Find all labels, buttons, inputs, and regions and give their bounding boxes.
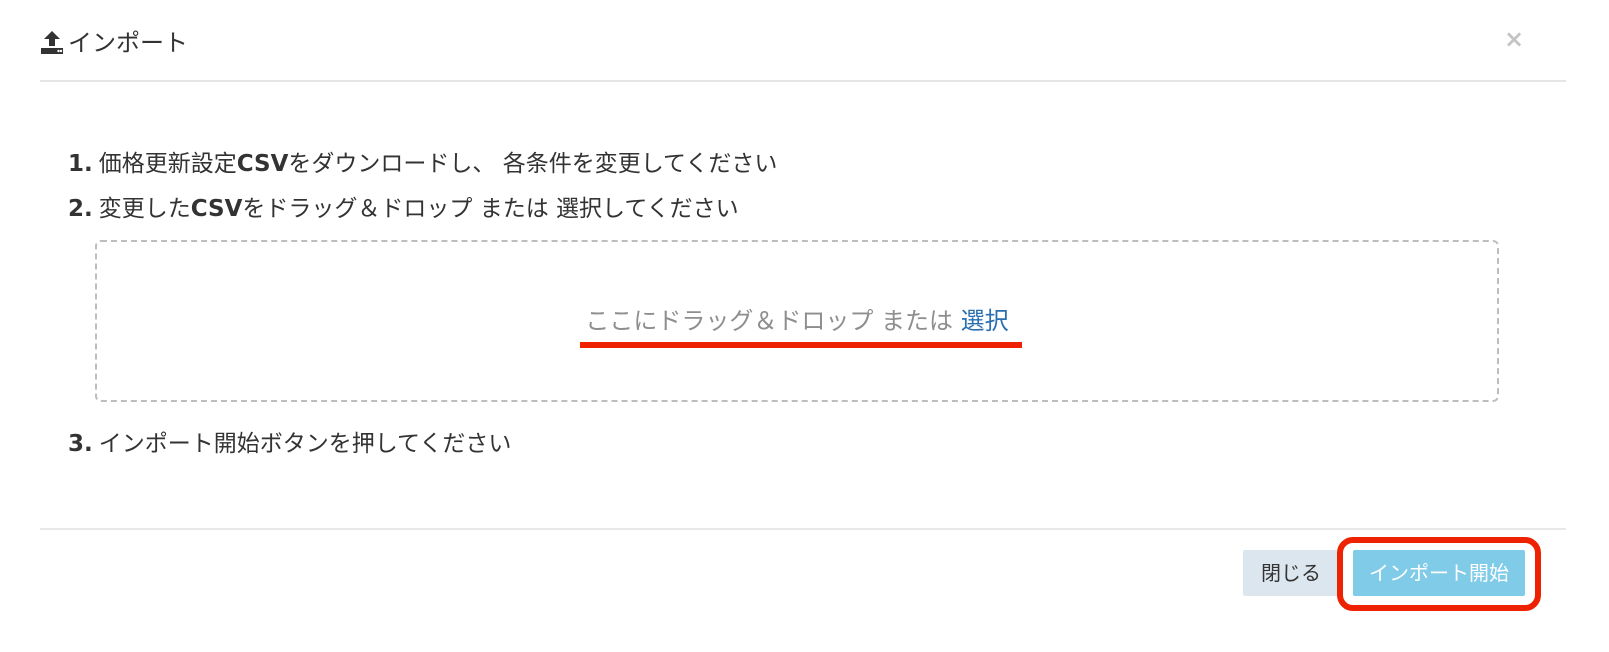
dropzone-label: ここにドラッグ＆ドロップ または 選択 [97, 304, 1497, 338]
close-button[interactable]: 閉じる [1243, 550, 1339, 596]
step-text: をドラッグ＆ドロップ または 選択してください [242, 196, 739, 222]
instruction-step-1: 1. 価格更新設定CSVをダウンロードし、 各条件を変更してください [68, 146, 777, 182]
modal-footer-divider [40, 528, 1566, 530]
step-number: 1. [68, 151, 93, 177]
step-text-bold: CSV [190, 196, 243, 222]
step-text: インポート開始ボタンを押してください [98, 431, 512, 457]
step-text: 変更した [98, 196, 191, 222]
close-icon[interactable]: × [1502, 24, 1526, 54]
step-text: 価格更新設定 [98, 151, 237, 177]
annotation-underline [580, 342, 1022, 348]
modal-title: インポート [68, 29, 188, 57]
import-modal: インポート × 1. 価格更新設定CSVをダウンロードし、 各条件を変更してくださ… [0, 0, 1609, 652]
step-number: 3. [68, 431, 93, 457]
dropzone-text: ここにドラッグ＆ドロップ または [585, 307, 961, 335]
select-file-link[interactable]: 選択 [961, 307, 1009, 335]
upload-icon [40, 30, 64, 56]
import-start-button[interactable]: インポート開始 [1353, 550, 1525, 596]
instruction-step-2: 2. 変更したCSVをドラッグ＆ドロップ または 選択してください [68, 191, 739, 227]
instruction-step-3: 3. インポート開始ボタンを押してください [68, 426, 511, 462]
step-text: をダウンロードし、 各条件を変更してください [288, 151, 778, 177]
file-dropzone[interactable]: ここにドラッグ＆ドロップ または 選択 [95, 240, 1499, 402]
step-number: 2. [68, 196, 93, 222]
step-text-bold: CSV [236, 151, 289, 177]
modal-header: インポート × [40, 0, 1566, 82]
